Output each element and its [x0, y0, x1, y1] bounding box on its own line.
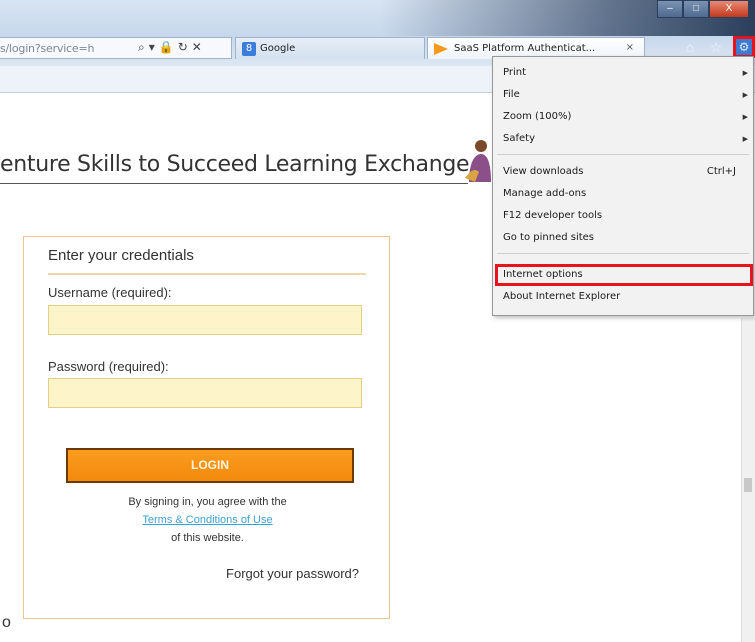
- close-window-button[interactable]: X: [709, 0, 749, 18]
- tab-label: SaaS Platform Authenticat...: [454, 43, 596, 54]
- menu-item-label: View downloads: [503, 166, 584, 177]
- google-favicon-icon: 8: [242, 41, 256, 56]
- terms-link-line: Terms & Conditions of Use: [24, 514, 391, 526]
- dropdown-icon[interactable]: ▾: [149, 40, 155, 55]
- scrollbar-thumb[interactable]: [744, 478, 752, 492]
- menu-separator: [497, 253, 749, 254]
- window-controls: – □ X: [657, 0, 749, 18]
- address-url[interactable]: s/login?service=h: [0, 42, 94, 55]
- tab-close-icon[interactable]: ×: [626, 42, 634, 53]
- menu-item-internet-options[interactable]: Internet options: [503, 266, 748, 284]
- search-icon[interactable]: ⌕: [138, 40, 145, 55]
- submenu-arrow-icon: ▶: [742, 91, 748, 99]
- toolbar-icons: ⌂ ☆ ⚙: [681, 36, 755, 58]
- menu-item-file[interactable]: File ▶: [503, 86, 748, 104]
- menu-item-view-downloads[interactable]: View downloads Ctrl+J: [503, 163, 748, 181]
- stop-icon[interactable]: ✕: [192, 40, 202, 55]
- tab-google[interactable]: 8 Google: [235, 37, 425, 59]
- agree-text: By signing in, you agree with the: [128, 496, 287, 508]
- menu-separator: [497, 154, 749, 155]
- refresh-icon[interactable]: ↻: [178, 40, 188, 55]
- site-title: enture Skills to Succeed Learning Exchan…: [0, 152, 470, 177]
- submenu-arrow-icon: ▶: [742, 135, 748, 143]
- menu-item-label: About Internet Explorer: [503, 291, 621, 302]
- saas-favicon-icon: [434, 42, 448, 55]
- menu-item-label: F12 developer tools: [503, 210, 603, 221]
- maximize-button[interactable]: □: [683, 0, 709, 18]
- submenu-arrow-icon: ▶: [742, 69, 748, 77]
- password-label: Password (required):: [48, 359, 169, 374]
- minimize-button[interactable]: –: [657, 0, 683, 18]
- login-heading: Enter your credentials: [48, 247, 194, 264]
- title-underline: [0, 183, 468, 184]
- menu-item-zoom[interactable]: Zoom (100%) ▶: [503, 108, 748, 126]
- menu-item-label: Internet options: [503, 269, 583, 280]
- menu-item-label: File: [503, 89, 520, 100]
- submenu-arrow-icon: ▶: [742, 113, 748, 121]
- login-panel: Enter your credentials Username (require…: [23, 236, 390, 619]
- tools-menu: Print ▶ File ▶ Zoom (100%) ▶ Safety ▶ Vi…: [492, 56, 754, 316]
- login-button[interactable]: LOGIN: [66, 448, 354, 483]
- header-person-image: [465, 140, 491, 182]
- menu-item-f12-tools[interactable]: F12 developer tools: [503, 207, 748, 225]
- menu-item-label: Print: [503, 67, 527, 78]
- menu-item-print[interactable]: Print ▶: [503, 64, 748, 82]
- tools-gear-icon[interactable]: ⚙: [733, 36, 755, 58]
- address-bar[interactable]: s/login?service=h ⌕ ▾ 🔒 ↻ ✕: [0, 37, 232, 59]
- menu-item-label: Zoom (100%): [503, 111, 572, 122]
- menu-item-label: Safety: [503, 133, 535, 144]
- menu-shortcut: Ctrl+J: [706, 166, 736, 177]
- terms-link[interactable]: Terms & Conditions of Use: [142, 514, 272, 526]
- menu-item-about-ie[interactable]: About Internet Explorer: [503, 288, 748, 306]
- forgot-password-link[interactable]: Forgot your password?: [226, 566, 359, 581]
- lock-icon[interactable]: 🔒: [159, 40, 174, 55]
- favorites-star-icon[interactable]: ☆: [707, 38, 725, 56]
- menu-item-manage-addons[interactable]: Manage add-ons: [503, 185, 748, 203]
- tab-label: Google: [260, 43, 296, 54]
- username-input[interactable]: [48, 305, 362, 335]
- agree-text-end: of this website.: [171, 532, 244, 544]
- username-label: Username (required):: [48, 285, 172, 300]
- address-bar-buttons: ⌕ ▾ 🔒 ↻ ✕: [138, 40, 202, 55]
- heading-divider: [48, 273, 366, 275]
- menu-item-pinned-sites[interactable]: Go to pinned sites: [503, 229, 748, 247]
- menu-item-label: Go to pinned sites: [503, 232, 595, 243]
- menu-item-label: Manage add-ons: [503, 188, 587, 199]
- password-input[interactable]: [48, 378, 362, 408]
- stray-text: o: [2, 614, 11, 631]
- home-icon[interactable]: ⌂: [681, 38, 699, 56]
- menu-item-safety[interactable]: Safety ▶: [503, 130, 748, 148]
